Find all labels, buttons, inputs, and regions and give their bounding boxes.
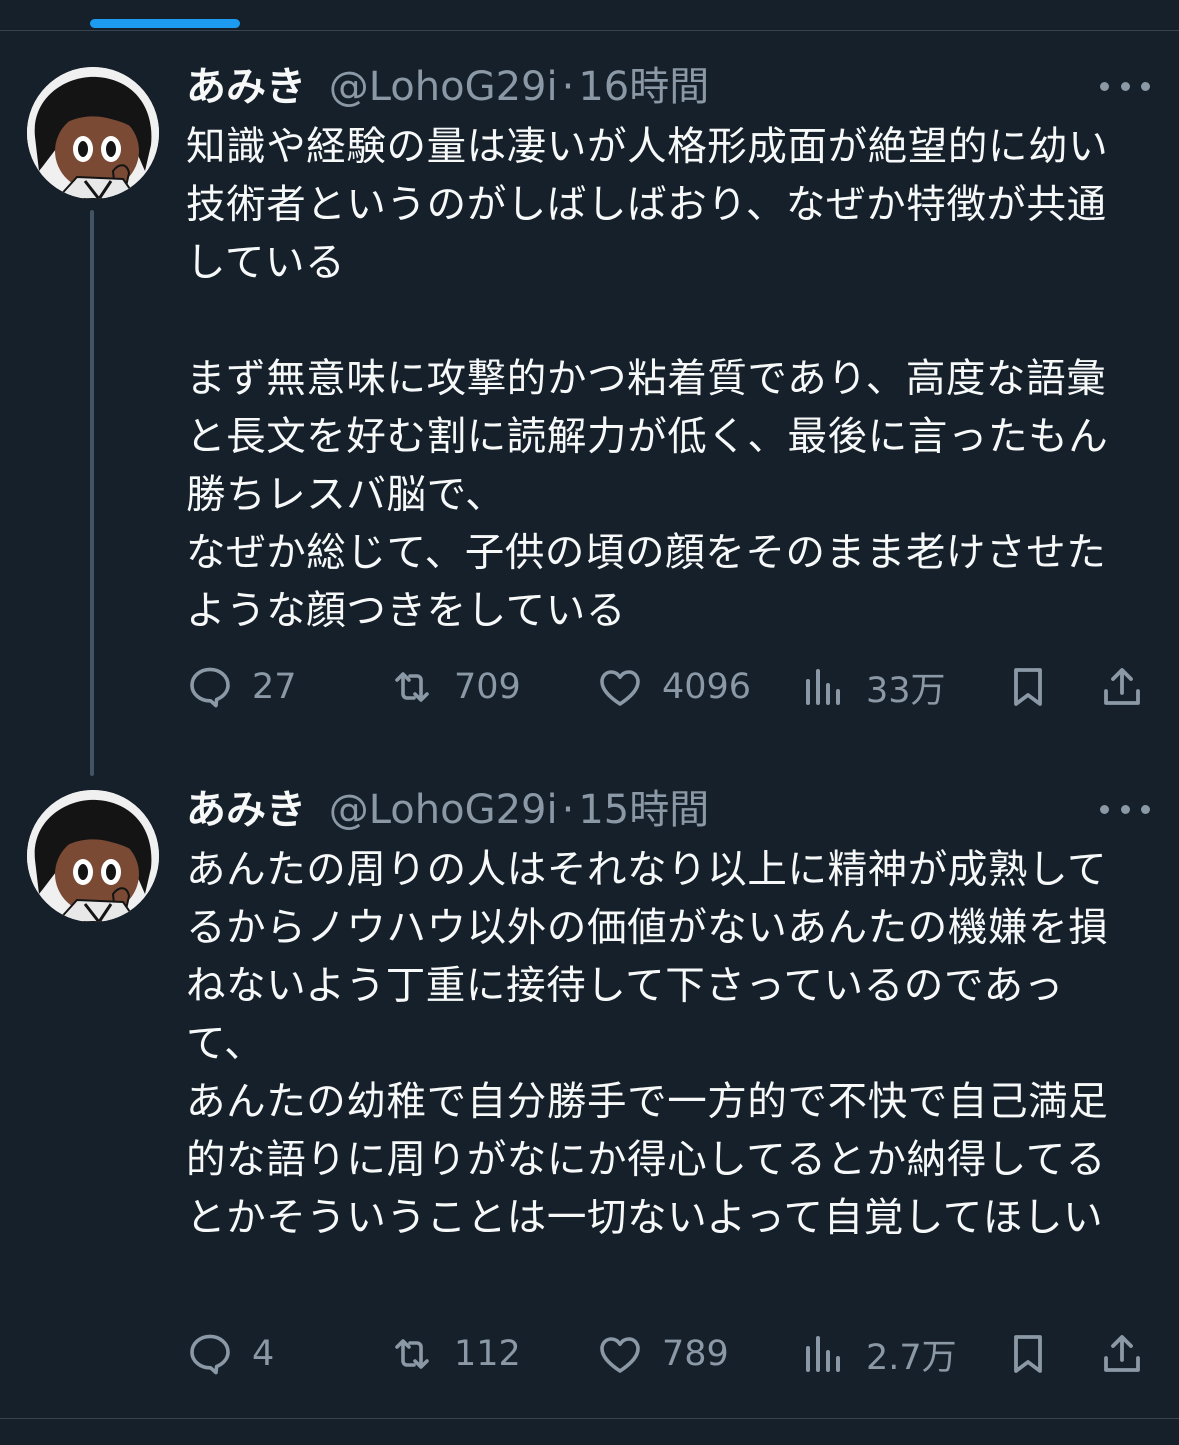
timestamp[interactable]: 16時間 (578, 64, 709, 110)
bottom-divider (0, 1418, 1179, 1419)
avatar[interactable] (27, 67, 159, 199)
like-button[interactable]: 4096 (596, 657, 751, 717)
display-name[interactable]: あみき (186, 787, 306, 833)
retweet-button[interactable]: 112 (388, 1324, 521, 1384)
like-count: 789 (662, 1334, 729, 1374)
reply-count: 4 (252, 1334, 275, 1374)
tweet-header: あみき @LohoG29i · 15時間 (186, 785, 709, 835)
share-upload-icon (1104, 668, 1140, 705)
heart-icon (600, 1337, 640, 1373)
avatar-image (27, 790, 159, 922)
like-button[interactable]: 789 (596, 1324, 729, 1384)
heart-icon (600, 670, 640, 706)
bookmark-button[interactable] (1004, 1324, 1052, 1384)
bar-chart-icon (806, 1336, 840, 1372)
more-dots-icon[interactable] (1100, 71, 1150, 101)
tweet-paragraph: あんたの周りの人はそれなり以上に精神が成熟してるからノウハウ以外の価値がないあん… (186, 847, 1109, 1241)
separator-dot: · (561, 787, 575, 833)
tweet-paragraph: まず無意味に攻撃的かつ粘着質であり、高度な語彙と長文を好む割に読解力が低く、最後… (186, 356, 1109, 634)
separator-dot: · (561, 64, 575, 110)
more-dots-icon[interactable] (1100, 794, 1150, 824)
bookmark-icon (1014, 668, 1042, 706)
speech-bubble-icon (190, 667, 230, 708)
top-divider (0, 30, 1179, 31)
share-button[interactable] (1098, 657, 1146, 717)
retweet-arrows-icon (395, 672, 429, 702)
views-button[interactable]: 2.7万 (800, 1324, 957, 1384)
share-button[interactable] (1098, 1324, 1146, 1384)
like-count: 4096 (662, 667, 752, 707)
bookmark-button[interactable] (1004, 657, 1052, 717)
action-bar: 27 709 4096 33万 (0, 657, 1179, 717)
retweet-count: 112 (454, 1334, 521, 1374)
avatar-image (27, 67, 159, 199)
tweet-text: 知識や経験の量は凄いが人格形成面が絶望的に幼い技術者というのがしばしばおり、なぜ… (186, 118, 1126, 640)
reply-count: 27 (252, 667, 297, 707)
reply-button[interactable]: 27 (186, 657, 297, 717)
retweet-arrows-icon (395, 1339, 429, 1369)
share-upload-icon (1104, 1335, 1140, 1372)
tweet-text: あんたの周りの人はそれなり以上に精神が成熟してるからノウハウ以外の価値がないあん… (186, 841, 1126, 1247)
display-name[interactable]: あみき (186, 64, 306, 110)
tweet-header: あみき @LohoG29i · 16時間 (186, 62, 709, 112)
timestamp[interactable]: 15時間 (578, 787, 709, 833)
retweet-button[interactable]: 709 (388, 657, 521, 717)
handle[interactable]: @LohoG29i (329, 64, 558, 110)
reply-button[interactable]: 4 (186, 1324, 274, 1384)
avatar[interactable] (27, 790, 159, 922)
active-tab-indicator (90, 19, 240, 28)
bookmark-icon (1014, 1335, 1042, 1373)
tweet-paragraph: 知識や経験の量は凄いが人格形成面が絶望的に幼い技術者というのがしばしばおり、なぜ… (186, 124, 1109, 286)
retweet-count: 709 (454, 667, 521, 707)
view-count: 33万 (866, 670, 946, 711)
handle[interactable]: @LohoG29i (329, 787, 558, 833)
action-bar: 4 112 789 2.7万 (0, 1324, 1179, 1384)
bar-chart-icon (806, 669, 840, 705)
view-count: 2.7万 (866, 1337, 957, 1378)
views-button[interactable]: 33万 (800, 657, 946, 717)
speech-bubble-icon (190, 1334, 230, 1375)
